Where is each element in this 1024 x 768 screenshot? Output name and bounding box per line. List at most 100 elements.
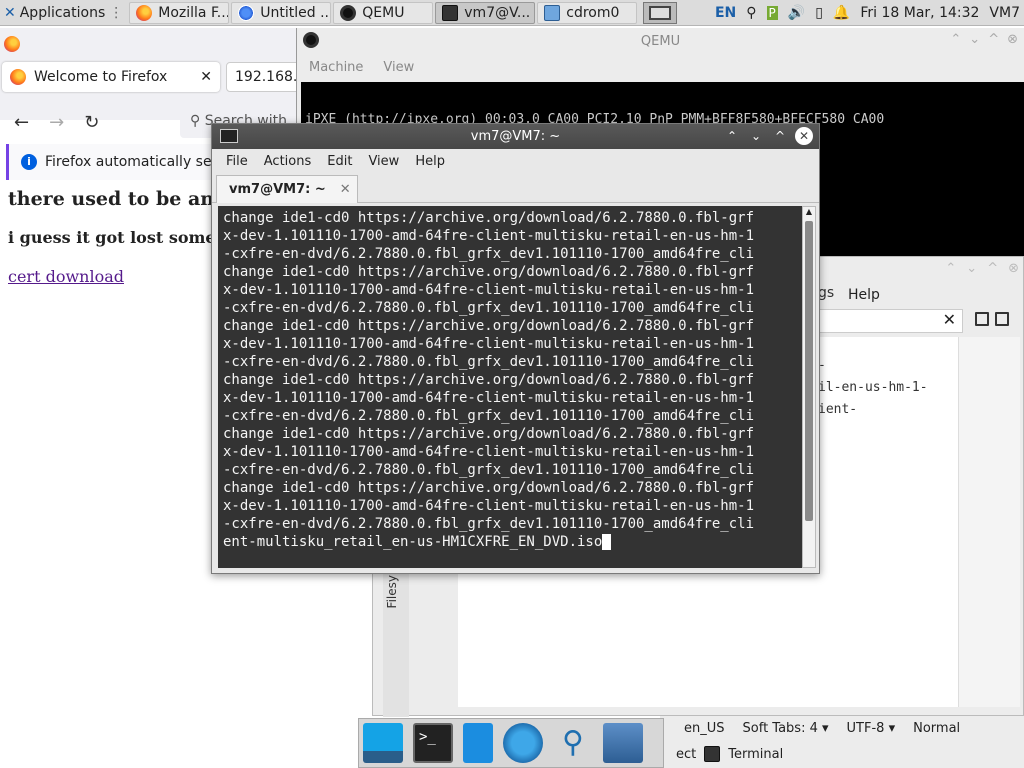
text-cursor [602,534,611,550]
menu-settings-fragment[interactable]: gs [818,285,834,301]
maximize-icon[interactable]: ^ [988,32,999,47]
language-selector[interactable]: en_US [684,721,725,736]
maximize-icon[interactable]: ^ [987,261,998,276]
qemu-titlebar[interactable]: QEMU ⌃ ⌄ ^ ⊗ [297,28,1024,54]
menu-actions[interactable]: Actions [256,154,320,169]
terminal-title: vm7@VM7: ~ [470,129,561,144]
workspace-switcher[interactable] [643,1,678,24]
menu-view[interactable]: View [360,154,407,169]
back-icon[interactable]: ← [14,112,29,133]
shade-icon[interactable]: ⌃ [945,261,956,276]
editor-line: - [818,358,826,373]
close-icon[interactable]: ⊗ [1007,32,1018,47]
editor-tab[interactable]: ✕ [818,309,963,333]
mode-label[interactable]: Normal [913,721,960,736]
close-icon[interactable]: ✕ [795,127,813,145]
notification-bell-icon[interactable]: 🔔 [833,5,850,21]
terminal-launcher-label[interactable]: Terminal [728,747,783,762]
keyboard-layout[interactable]: EN [715,5,736,21]
terminal-tabbar: vm7@VM7: ~ ✕ [212,173,819,203]
top-panel: ✕ Applications ⋮ Mozilla F... Untitled .… [0,0,1024,26]
terminal-line: -cxfre-en-dvd/6.2.7880.0.fbl_grfx_dev1.1… [223,246,755,262]
applications-menu[interactable]: ✕ Applications ⋮ [0,0,127,26]
taskbar-fragment: ect Terminal [660,740,1024,768]
tab-address[interactable]: 192.168. [226,62,306,92]
task-cdrom0[interactable]: cdrom0 [537,1,638,24]
terminal-line: change ide1-cd0 https://archive.org/down… [223,318,755,334]
file-manager-icon[interactable] [463,723,493,763]
menu-file[interactable]: File [218,154,256,169]
battery-icon[interactable]: ▯ [815,5,823,21]
close-icon[interactable]: ⊗ [1008,261,1019,276]
search-app-icon[interactable]: ⚲ [553,723,593,763]
terminal-line: -cxfre-en-dvd/6.2.7880.0.fbl_grfx_dev1.1… [223,408,755,424]
new-document-icon[interactable] [975,312,989,326]
menu-machine[interactable]: Machine [309,60,363,75]
minimize-icon[interactable]: ⌄ [747,127,765,145]
menu-help[interactable]: Help [848,287,880,303]
terminal-icon [220,129,238,143]
terminal-line: change ide1-cd0 https://archive.org/down… [223,264,755,280]
task-qemu[interactable]: QEMU [333,1,434,24]
split-view-icon[interactable] [995,312,1009,326]
tab-size-label: Soft Tabs: 4 [742,720,818,736]
task-label: cdrom0 [566,4,620,21]
firefox-icon [136,4,153,21]
web-browser-icon[interactable] [503,723,543,763]
shade-icon[interactable]: ⌃ [723,127,741,145]
terminal-line: x-dev-1.101110-1700-amd-64fre-client-mul… [223,336,755,352]
maximize-icon[interactable]: ^ [771,127,789,145]
task-label: Mozilla F... [158,4,230,21]
task-terminal[interactable]: vm7@V... [435,1,536,24]
clock[interactable]: Fri 18 Mar, 14:32 [860,5,979,21]
terminal-line: change ide1-cd0 https://archive.org/down… [223,372,755,388]
folder-launcher-icon[interactable] [603,723,643,763]
network-icon[interactable]: ⚲ [746,5,756,21]
reload-icon[interactable]: ↻ [84,112,99,133]
qemu-icon [303,32,319,48]
terminal-launcher-icon[interactable]: >_ [413,723,453,763]
task-firefox[interactable]: Mozilla F... [129,1,230,24]
close-tab-icon[interactable]: ✕ [943,310,956,329]
minimize-icon[interactable]: ⌄ [966,261,977,276]
folder-icon [544,4,561,21]
clipboard-icon[interactable]: P [766,5,778,20]
close-tab-icon[interactable]: ✕ [200,69,212,85]
terminal-menubar: File Actions Edit View Help [212,149,819,173]
terminal-scrollbar[interactable]: ▲ [802,206,816,568]
tab-label: vm7@VM7: ~ [229,182,326,197]
terminal-line: x-dev-1.101110-1700-amd-64fre-client-mul… [223,390,755,406]
menu-view[interactable]: View [383,60,414,75]
page-heading: there used to be an [8,188,215,210]
tab-size-selector[interactable]: Soft Tabs: 4 ▾ [743,721,829,736]
tab-welcome[interactable]: Welcome to Firefox ✕ [2,62,220,92]
filesystem-label[interactable]: Filesy [385,575,399,608]
user-label[interactable]: VM7 [989,5,1020,21]
terminal-tab[interactable]: vm7@VM7: ~ ✕ [216,175,358,203]
show-desktop-icon[interactable] [363,723,403,763]
cert-download-link[interactable]: cert download [8,267,124,286]
minimize-icon[interactable]: ⌄ [969,32,980,47]
firefox-icon [10,69,26,85]
menu-help[interactable]: Help [407,154,453,169]
scroll-up-icon[interactable]: ▲ [803,207,815,217]
chromium-icon [238,4,255,21]
page-content: there used to be an i guess it got lost … [8,188,216,286]
terminal-output[interactable]: change ide1-cd0 https://archive.org/down… [218,206,802,568]
terminal-titlebar[interactable]: vm7@VM7: ~ ⌃ ⌄ ^ ✕ [212,124,819,149]
terminal-line: x-dev-1.101110-1700-amd-64fre-client-mul… [223,498,755,514]
close-tab-icon[interactable]: ✕ [340,182,351,197]
workspace-icon [649,5,672,20]
scroll-thumb[interactable] [805,221,813,521]
encoding-selector[interactable]: UTF-8 ▾ [847,721,896,736]
forward-icon[interactable]: → [49,112,64,133]
editor-scrollbar[interactable] [958,337,1020,707]
volume-icon[interactable]: 🔊 [788,5,805,21]
item-fragment[interactable]: ect [676,747,696,762]
terminal-line: x-dev-1.101110-1700-amd-64fre-client-mul… [223,228,755,244]
separator-icon: ⋮ [109,4,124,21]
task-untitled[interactable]: Untitled ... [231,1,332,24]
terminal-input[interactable]: ent-multisku_retail_en-us-HM1CXFRE_EN_DV… [223,534,602,550]
shade-icon[interactable]: ⌃ [950,32,961,47]
menu-edit[interactable]: Edit [319,154,360,169]
